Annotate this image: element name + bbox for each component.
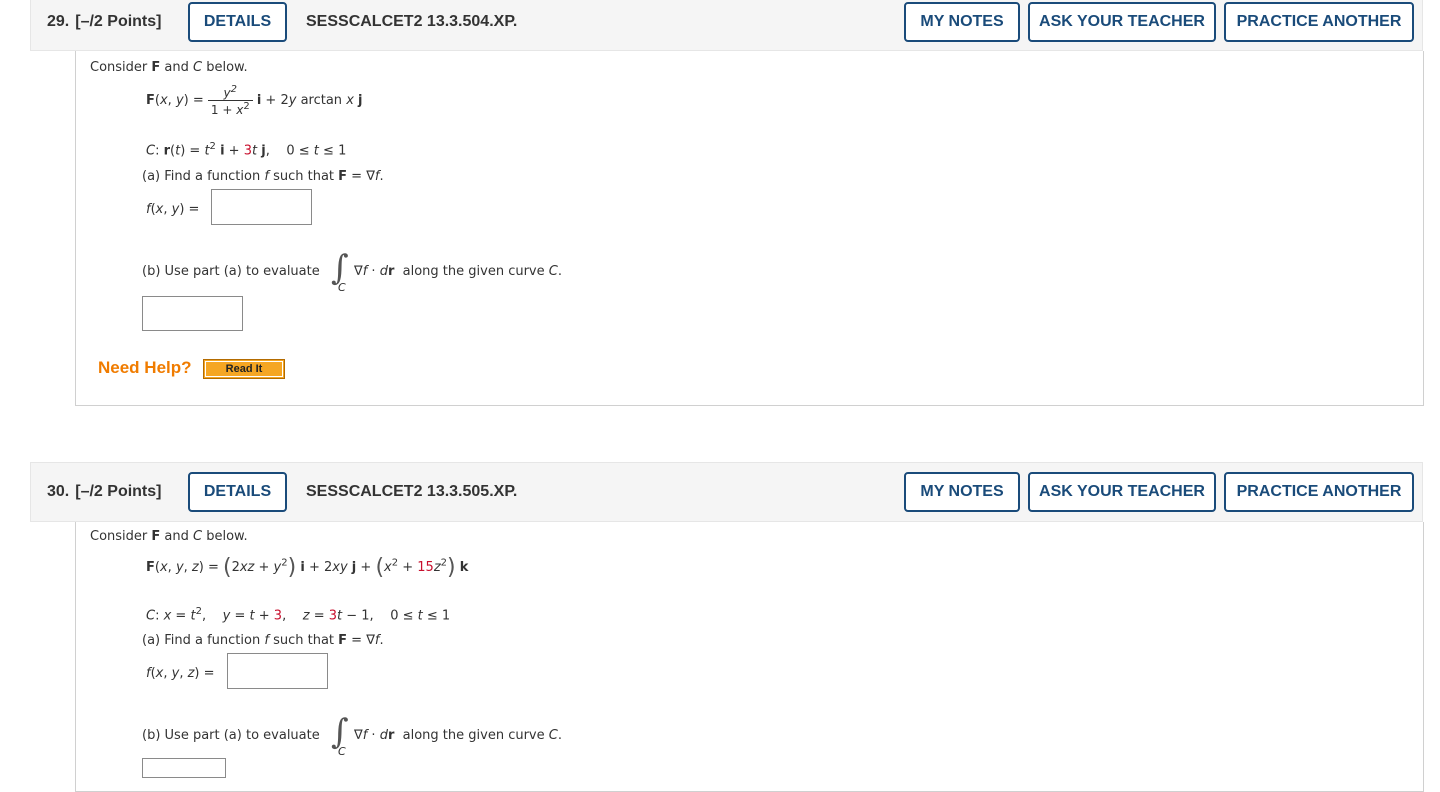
q29-need-help: Need Help?	[98, 358, 192, 377]
q29-body: Consider F and C below. F(x, y) = y2 1 +…	[75, 51, 1424, 406]
q29-integral-icon: ∫	[331, 248, 349, 288]
q29-read-it-button[interactable]: Read It	[203, 359, 285, 379]
q30-question-id: SESSCALCET2 13.3.505.XP.	[306, 483, 518, 500]
q30-body: Consider F and C below. F(x, y, z) = (2x…	[75, 522, 1424, 792]
q30-points: [–/2 Points]	[75, 483, 162, 500]
q29-number-text: 29.	[47, 12, 70, 30]
q30-integral-sub: C	[338, 745, 346, 758]
q29-curve-coef: 3	[243, 143, 252, 159]
q29-details-button[interactable]: DETAILS	[188, 2, 287, 42]
q30-curve-y-coef: 3	[273, 608, 283, 624]
q30-integral-icon: ∫	[331, 712, 349, 752]
q30-integral-text: ∇f · dr along the given curve C.	[354, 728, 562, 743]
q30-vector-field: F(x, y, z) = (2xz + y2) i + 2xy j + (x2 …	[146, 555, 469, 580]
q30-number: 30. [–/2 Points]	[47, 463, 161, 521]
q30-details-button[interactable]: DETAILS	[188, 472, 287, 512]
q29-question-id: SESSCALCET2 13.3.504.XP.	[306, 12, 518, 30]
q30-part-b: (b) Use part (a) to evaluate	[142, 728, 320, 743]
q30-practice-another-button[interactable]: PRACTICE ANOTHER	[1224, 472, 1414, 512]
q29-f-label: f(x, y) =	[146, 202, 200, 217]
q29-part-b: (b) Use part (a) to evaluate	[142, 264, 320, 279]
q29-header: 29. [–/2 Points] DETAILS SESSCALCET2 13.…	[30, 0, 1423, 51]
q30-my-notes-button[interactable]: MY NOTES	[904, 472, 1020, 512]
q30-curve-z-coef: 3	[328, 608, 338, 624]
q30-curve: C: x = t2, y = t + 3, z = 3t − 1, 0 ≤ t …	[146, 606, 451, 624]
q29-intro: Consider F and C below.	[90, 60, 248, 75]
q29-part-a: (a) Find a function f such that F = ∇f.	[142, 169, 384, 184]
q29-integral-text: ∇f · dr along the given curve C.	[354, 264, 562, 279]
q29-integral-input[interactable]	[142, 296, 243, 331]
q30-f-label: f(x, y, z) =	[146, 666, 215, 681]
q29-integral-sub: C	[338, 281, 346, 294]
q30-header: 30. [–/2 Points] DETAILS SESSCALCET2 13.…	[30, 462, 1423, 522]
q30-intro: Consider F and C below.	[90, 529, 248, 544]
q30-field-coef: 15	[417, 560, 434, 575]
q30-number-text: 30.	[47, 483, 70, 500]
q29-ask-teacher-button[interactable]: ASK YOUR TEACHER	[1028, 2, 1216, 42]
q29-f-input[interactable]	[211, 189, 312, 225]
q29-vector-field: F(x, y) = y2 1 + x2 i + 2y arctan x j	[146, 84, 363, 117]
q30-part-a: (a) Find a function f such that F = ∇f.	[142, 633, 384, 648]
q29-practice-another-button[interactable]: PRACTICE ANOTHER	[1224, 2, 1414, 42]
q30-f-input[interactable]	[227, 653, 328, 689]
q30-integral-input[interactable]	[142, 758, 226, 778]
q29-curve: C: r(t) = t2 i + 3t j, 0 ≤ t ≤ 1	[146, 141, 347, 159]
q29-number: 29. [–/2 Points]	[47, 0, 161, 50]
q29-points: [–/2 Points]	[75, 12, 162, 30]
q29-my-notes-button[interactable]: MY NOTES	[904, 2, 1020, 42]
q30-ask-teacher-button[interactable]: ASK YOUR TEACHER	[1028, 472, 1216, 512]
q29-fraction: y2 1 + x2	[207, 84, 253, 117]
